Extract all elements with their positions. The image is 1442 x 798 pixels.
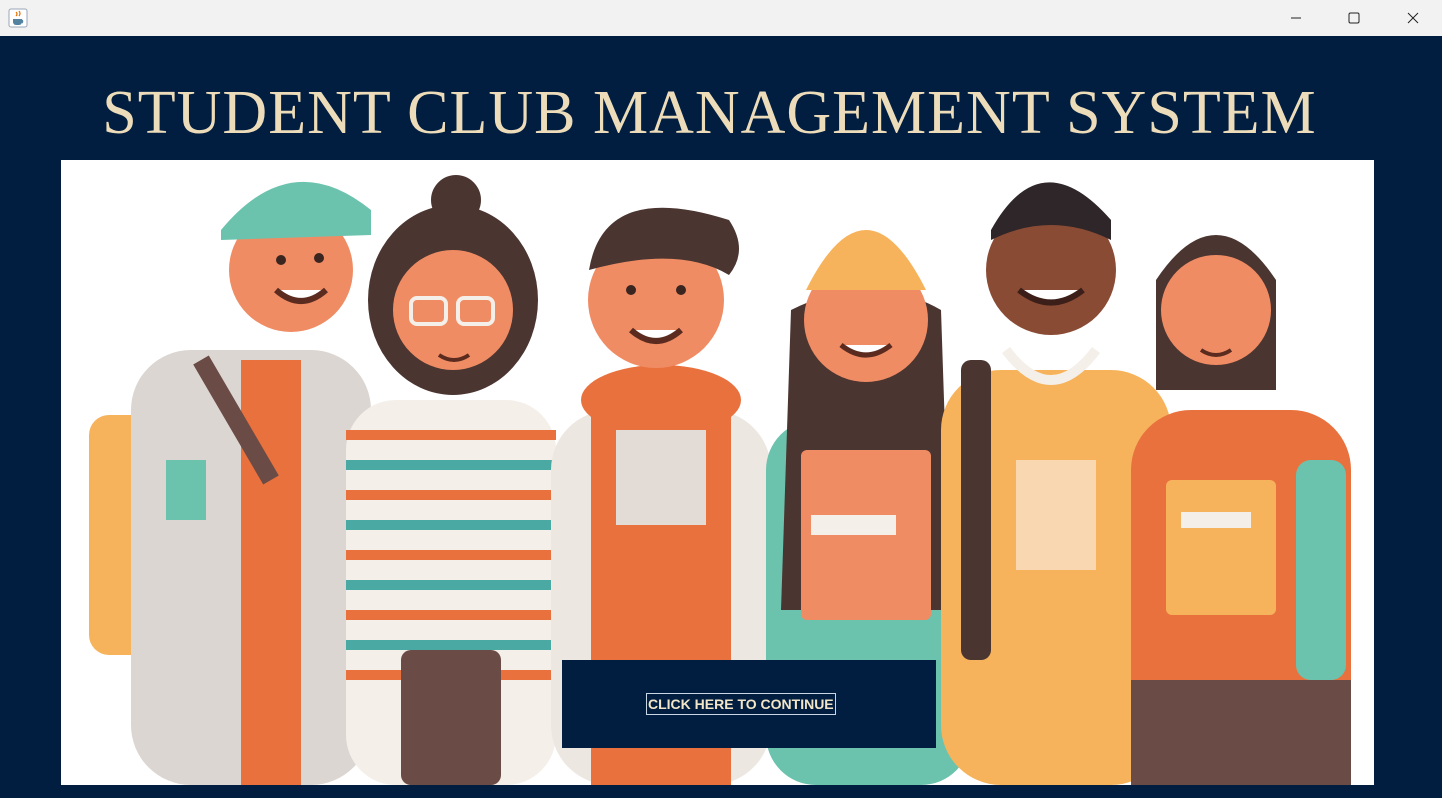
maximize-icon xyxy=(1348,12,1360,24)
student-2-figure xyxy=(346,175,556,785)
minimize-button[interactable] xyxy=(1267,0,1325,36)
student-6-figure xyxy=(1131,235,1351,785)
main-content: STUDENT CLUB MANAGEMENT SYSTEM CLICK HER… xyxy=(0,36,1442,798)
close-button[interactable] xyxy=(1384,0,1442,36)
continue-button[interactable]: CLICK HERE TO CONTINUE xyxy=(646,693,836,715)
maximize-button[interactable] xyxy=(1325,0,1383,36)
minimize-icon xyxy=(1291,17,1301,19)
close-icon xyxy=(1407,12,1419,24)
java-coffee-icon xyxy=(8,8,28,28)
student-1-figure xyxy=(89,181,371,785)
continue-panel: CLICK HERE TO CONTINUE xyxy=(562,660,936,748)
page-title: STUDENT CLUB MANAGEMENT SYSTEM xyxy=(102,79,1317,147)
window-titlebar xyxy=(0,0,1442,36)
